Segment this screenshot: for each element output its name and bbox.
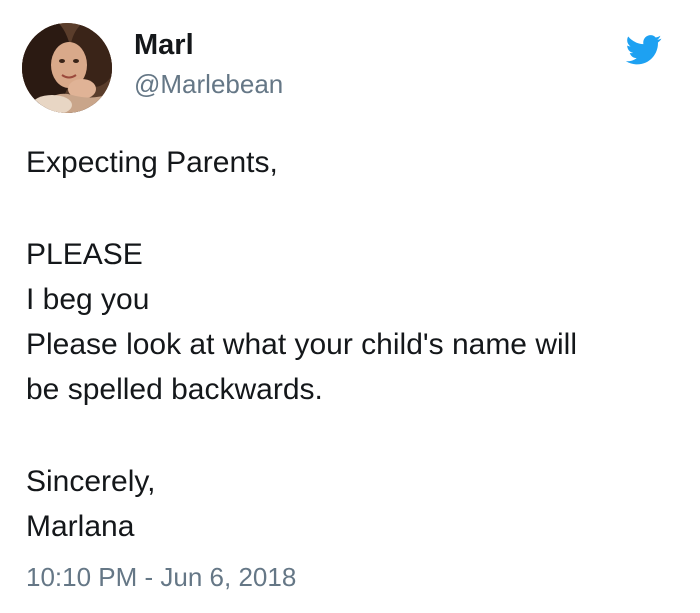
avatar-photo-icon xyxy=(22,23,112,113)
tweet-line-sign-off: Sincerely, xyxy=(26,465,156,498)
tweet-line-request-1: Please look at what your child's name wi… xyxy=(26,328,577,361)
tweet-line-signature: Marlana xyxy=(26,510,135,543)
tweet-timestamp[interactable]: 10:10 PM - Jun 6, 2018 xyxy=(26,560,296,594)
tweet-line-greeting: Expecting Parents, xyxy=(26,146,278,179)
author-display-name[interactable]: Marl xyxy=(134,27,194,63)
twitter-bird-icon[interactable] xyxy=(626,35,662,65)
tweet-line-beg: I beg you xyxy=(26,283,150,316)
tweet-card: Marl @Marlebean Expecting Parents, PLEAS… xyxy=(0,0,700,613)
author-handle[interactable]: @Marlebean xyxy=(134,67,283,101)
tweet-text: Expecting Parents, PLEASE I beg you Plea… xyxy=(26,140,686,549)
tweet-line-request-2: be spelled backwards. xyxy=(26,373,323,406)
tweet-line-please: PLEASE xyxy=(26,238,143,271)
avatar[interactable] xyxy=(22,23,112,113)
